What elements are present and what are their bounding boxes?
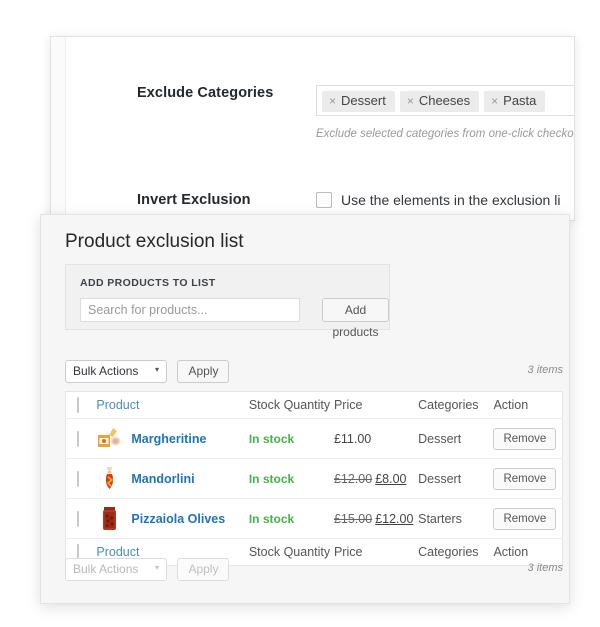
- apply-button-top[interactable]: Apply: [177, 360, 230, 383]
- remove-button[interactable]: Remove: [493, 467, 557, 490]
- table-header-row: Product Stock Quantity Price Categories …: [65, 392, 563, 419]
- search-input[interactable]: [80, 298, 300, 322]
- product-category: Dessert: [418, 431, 462, 446]
- remove-button[interactable]: Remove: [493, 427, 557, 450]
- add-products-box-title: ADD PRODUCTS TO LIST: [80, 277, 216, 289]
- bulk-actions-select-top[interactable]: Bulk Actions ▾: [65, 360, 167, 383]
- items-count-top: 3 items: [527, 364, 563, 376]
- category-tag-dessert[interactable]: × Dessert: [322, 91, 395, 112]
- exclude-categories-help-text: Exclude selected categories from one-cli…: [316, 128, 575, 140]
- invert-exclusion-checkbox-line[interactable]: Use the elements in the exclusion li: [316, 192, 574, 208]
- product-table: Product Stock Quantity Price Categories …: [65, 391, 563, 566]
- bulk-actions-bar-top: Bulk Actions ▾ Apply 3 items: [65, 360, 563, 383]
- category-tag-label: Pasta: [503, 93, 537, 108]
- settings-panel-content: Exclude Categories × Dessert × Cheeses × Pa…: [65, 37, 575, 220]
- exclude-categories-row: Exclude Categories × Dessert × Cheeses × Pa…: [66, 85, 575, 140]
- category-tag-label: Cheeses: [418, 93, 471, 108]
- product-price-original: £15.00: [333, 511, 373, 526]
- bulk-actions-select-bottom[interactable]: Bulk Actions ▾: [65, 558, 167, 581]
- bulk-actions-bar-bottom: Bulk Actions ▾ Apply 3 items: [65, 558, 563, 581]
- invert-exclusion-checkbox-label: Use the elements in the exclusion li: [341, 192, 561, 208]
- table-row: Margheritine In stock £11.00 Dessert Rem…: [65, 419, 563, 459]
- column-header-stock: Stock Quantity: [248, 398, 331, 412]
- stock-status: In stock: [248, 471, 295, 486]
- add-products-box: ADD PRODUCTS TO LIST Add products: [65, 264, 390, 339]
- invert-exclusion-row: Invert Exclusion Use the elements in the…: [66, 192, 574, 208]
- row-checkbox[interactable]: [77, 470, 79, 487]
- select-all-checkbox-top[interactable]: [77, 397, 79, 413]
- category-tag-label: Dessert: [341, 93, 386, 108]
- product-name-link[interactable]: Mandorlini: [131, 472, 194, 486]
- settings-panel: Exclude Categories × Dessert × Cheeses × Pa…: [50, 36, 575, 221]
- invert-exclusion-label: Invert Exclusion: [137, 192, 251, 208]
- chevron-down-icon: ▾: [154, 563, 159, 572]
- remove-tag-icon[interactable]: ×: [329, 94, 336, 108]
- category-tag-pasta[interactable]: × Pasta: [484, 91, 546, 112]
- biscuit-box-thumbnail: [96, 425, 124, 452]
- stock-status: In stock: [248, 431, 295, 446]
- row-checkbox[interactable]: [77, 510, 79, 527]
- remove-button[interactable]: Remove: [493, 507, 557, 530]
- bulk-actions-select-label: Bulk Actions: [73, 562, 139, 576]
- exclude-categories-label: Exclude Categories: [137, 85, 274, 101]
- apply-button-bottom[interactable]: Apply: [177, 558, 230, 581]
- add-products-button[interactable]: Add products: [322, 298, 389, 339]
- remove-tag-icon[interactable]: ×: [407, 94, 414, 108]
- product-exclusion-list-panel: Product exclusion list ADD PRODUCTS TO L…: [40, 214, 570, 604]
- product-price: £11.00: [333, 431, 372, 446]
- table-row: Mandorlini In stock £12.00 £8.00 Dessert …: [65, 459, 563, 499]
- column-footer-product[interactable]: Product: [96, 545, 139, 559]
- column-header-product[interactable]: Product: [96, 398, 139, 412]
- product-price-original: £12.00: [333, 471, 373, 486]
- chevron-down-icon: ▾: [154, 365, 159, 374]
- column-header-price: Price: [333, 398, 363, 412]
- row-select-cell[interactable]: [66, 419, 97, 459]
- table-row: Pizzaiola Olives In stock £15.00 £12.00 S…: [65, 499, 563, 539]
- invert-exclusion-control: Use the elements in the exclusion li: [316, 192, 574, 208]
- exclude-categories-control: × Dessert × Cheeses × Pasta Exclude selecte…: [316, 85, 575, 140]
- category-tag-cheeses[interactable]: × Cheeses: [399, 91, 480, 112]
- product-price-sale: £12.00: [375, 511, 414, 526]
- almond-jar-thumbnail: [96, 465, 124, 492]
- row-select-cell[interactable]: [66, 499, 97, 539]
- stock-status: In stock: [248, 511, 295, 526]
- product-price-sale: £8.00: [375, 471, 407, 486]
- product-name-link[interactable]: Margheritine: [131, 432, 206, 446]
- column-header-action: Action: [493, 398, 529, 412]
- column-header-categories: Categories: [418, 398, 479, 412]
- product-name-link[interactable]: Pizzaiola Olives: [131, 512, 225, 526]
- row-checkbox[interactable]: [77, 430, 79, 447]
- row-select-cell[interactable]: [66, 459, 97, 499]
- product-category: Starters: [418, 511, 462, 526]
- select-all-cell-top[interactable]: [66, 392, 97, 419]
- olive-jar-thumbnail: [96, 505, 124, 532]
- page-title: Product exclusion list: [65, 231, 244, 252]
- exclude-categories-tag-input[interactable]: × Dessert × Cheeses × Pasta: [316, 85, 574, 116]
- bulk-actions-select-label: Bulk Actions: [73, 364, 139, 378]
- invert-exclusion-checkbox[interactable]: [316, 192, 332, 208]
- product-category: Dessert: [418, 471, 462, 486]
- items-count-bottom: 3 items: [527, 562, 563, 574]
- screenshot-stage: Exclude Categories × Dessert × Cheeses × Pa…: [0, 0, 600, 627]
- remove-tag-icon[interactable]: ×: [491, 94, 498, 108]
